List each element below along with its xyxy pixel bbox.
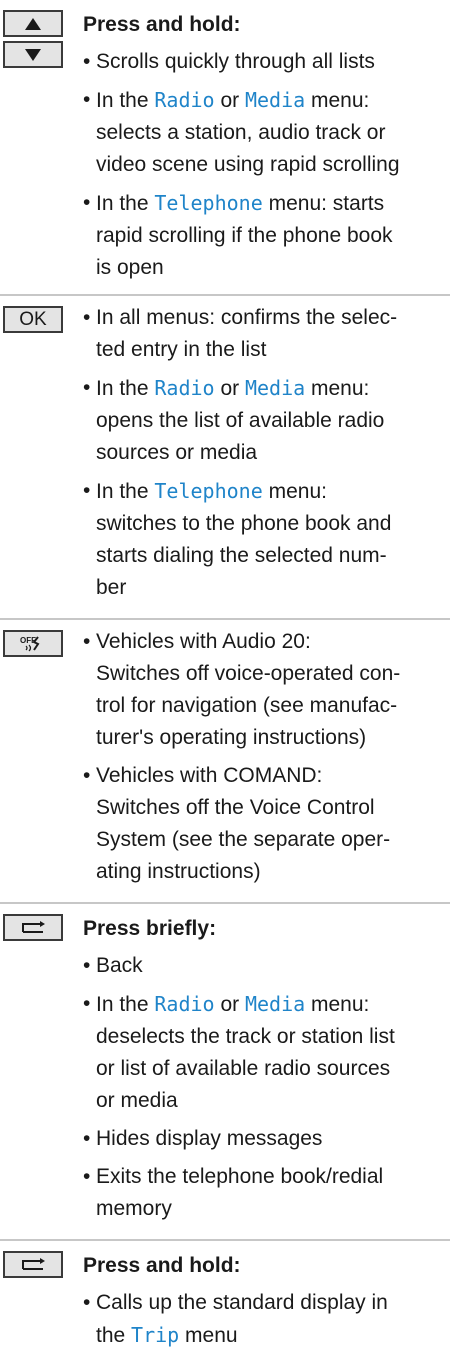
row-heading: Press briefly: [83, 917, 217, 940]
list-item: Vehicles with COMAND: Switches off the V… [83, 760, 440, 888]
list-item: Hides display messages [83, 1123, 440, 1155]
table-row: Press and hold: Calls up the standard di… [0, 1239, 450, 1366]
down-arrow-key-icon [3, 41, 63, 68]
menu-name-media: Media [244, 376, 306, 400]
list-item: Back [83, 950, 440, 982]
menu-name-telephone: Telephone [154, 191, 263, 215]
table-row: Press briefly: Back In the Radio or Medi… [0, 902, 450, 1239]
table-row: OK In all menus: confirms the selec- ted… [0, 294, 450, 618]
menu-name-media: Media [244, 88, 306, 112]
list-item: In the Radio or Media menu: opens the li… [83, 372, 440, 469]
menu-name-radio: Radio [154, 992, 215, 1016]
list-item: Scrolls quickly through all lists [83, 46, 440, 78]
list-item: In the Radio or Media menu: selects a st… [83, 84, 440, 181]
table-row: OFF Vehicles with Audio 20: Switches off… [0, 618, 450, 902]
up-arrow-key-icon [3, 10, 63, 37]
menu-name-radio: Radio [154, 88, 215, 112]
list-item: In the Telephone menu: switches to the p… [83, 475, 440, 604]
back-key-icon [3, 914, 63, 941]
list-item: In the Radio or Media menu: deselects th… [83, 988, 440, 1117]
menu-name-radio: Radio [154, 376, 215, 400]
menu-name-trip: Trip [131, 1323, 180, 1347]
list-item: In all menus: confirms the selec- ted en… [83, 302, 440, 366]
menu-name-telephone: Telephone [154, 479, 263, 503]
list-item: In the Telephone menu: starts rapid scro… [83, 187, 440, 284]
list-item: Calls up the standard display in the Tri… [83, 1287, 440, 1352]
row-heading: Press and hold: [83, 1254, 241, 1277]
voice-control-off-key-icon: OFF [3, 630, 63, 657]
svg-text:OFF: OFF [20, 636, 36, 645]
list-item: Exits the telephone book/redial memory [83, 1161, 440, 1225]
ok-key-icon: OK [3, 306, 63, 333]
instruction-table: Press and hold: Scrolls quickly through … [0, 0, 450, 1347]
list-item: Vehicles with Audio 20: Switches off voi… [83, 626, 440, 754]
table-row: Press and hold: Scrolls quickly through … [0, 0, 450, 294]
back-key-icon [3, 1251, 63, 1278]
row-heading: Press and hold: [83, 13, 241, 36]
menu-name-media: Media [244, 992, 306, 1016]
